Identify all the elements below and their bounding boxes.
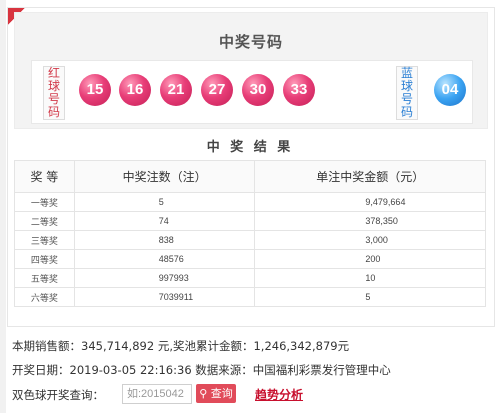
prize-amount: 10 xyxy=(254,268,486,288)
search-icon: ⚲ xyxy=(199,387,208,400)
table-row: 一等奖 5 9,479,664 xyxy=(14,192,486,212)
header-amount: 单注中奖金额（元） xyxy=(254,160,486,193)
balls-panel: 红球号码 15 16 21 27 30 33 蓝球号码 04 xyxy=(31,60,473,124)
sales-pool-info: 本期销售额：345,714,892 元,奖池累计金额：1,246,342,879… xyxy=(12,339,350,353)
red-ball: 15 xyxy=(79,74,111,106)
winner-count: 7039911 xyxy=(73,287,256,307)
winner-count: 838 xyxy=(73,230,256,250)
query-button[interactable]: ⚲ 查询 xyxy=(196,384,236,403)
query-label: 双色球开奖查询： xyxy=(12,388,104,402)
red-ball: 16 xyxy=(119,74,151,106)
query-button-label: 查询 xyxy=(210,387,233,400)
table-row: 四等奖 48576 200 xyxy=(14,249,486,269)
draw-date-source: 开奖日期：2019-03-05 22:16:36 数据来源：中国福利彩票发行管理… xyxy=(12,363,391,377)
header-level: 奖 等 xyxy=(14,160,75,193)
prize-level: 四等奖 xyxy=(14,249,75,269)
prize-results-section: 中 奖 结 果 奖 等 中奖注数（注） 单注中奖金额（元） 一等奖 5 9,47… xyxy=(14,133,486,316)
prize-amount: 200 xyxy=(254,249,486,269)
results-title: 中 奖 结 果 xyxy=(206,140,294,155)
table-row: 六等奖 7039911 5 xyxy=(14,287,486,307)
table-row: 二等奖 74 378,350 xyxy=(14,211,486,231)
winner-count: 74 xyxy=(73,211,256,231)
blue-ball: 04 xyxy=(434,74,466,106)
winner-count: 5 xyxy=(73,192,256,212)
red-ball: 21 xyxy=(160,74,192,106)
table-row: 五等奖 997993 10 xyxy=(14,268,486,288)
blue-ball-label: 蓝球号码 xyxy=(396,66,418,120)
prize-level: 三等奖 xyxy=(14,230,75,250)
red-ball: 33 xyxy=(283,74,315,106)
prize-table: 奖 等 中奖注数（注） 单注中奖金额（元） 一等奖 5 9,479,664 二等… xyxy=(14,160,486,307)
issue-search-input[interactable]: 如:2015042 xyxy=(122,384,192,404)
red-ball-label: 红球号码 xyxy=(43,66,65,120)
winning-numbers-section: 中奖号码 红球号码 15 16 21 27 30 33 蓝球号码 04 xyxy=(14,12,488,129)
left-edge-strip xyxy=(0,0,6,413)
prize-amount: 5 xyxy=(254,287,486,307)
table-header-row: 奖 等 中奖注数（注） 单注中奖金额（元） xyxy=(14,160,486,193)
trend-analysis-link[interactable]: 趋势分析 xyxy=(255,386,303,403)
prize-level: 二等奖 xyxy=(14,211,75,231)
prize-amount: 9,479,664 xyxy=(254,192,486,212)
winner-count: 997993 xyxy=(73,268,256,288)
winner-count: 48576 xyxy=(73,249,256,269)
red-ball: 30 xyxy=(242,74,274,106)
prize-level: 六等奖 xyxy=(14,287,75,307)
prize-level: 一等奖 xyxy=(14,192,75,212)
prize-amount: 3,000 xyxy=(254,230,486,250)
winning-numbers-title: 中奖号码 xyxy=(218,33,283,51)
prize-amount: 378,350 xyxy=(254,211,486,231)
table-row: 三等奖 838 3,000 xyxy=(14,230,486,250)
header-count: 中奖注数（注） xyxy=(73,160,256,193)
prize-level: 五等奖 xyxy=(14,268,75,288)
red-ball: 27 xyxy=(201,74,233,106)
